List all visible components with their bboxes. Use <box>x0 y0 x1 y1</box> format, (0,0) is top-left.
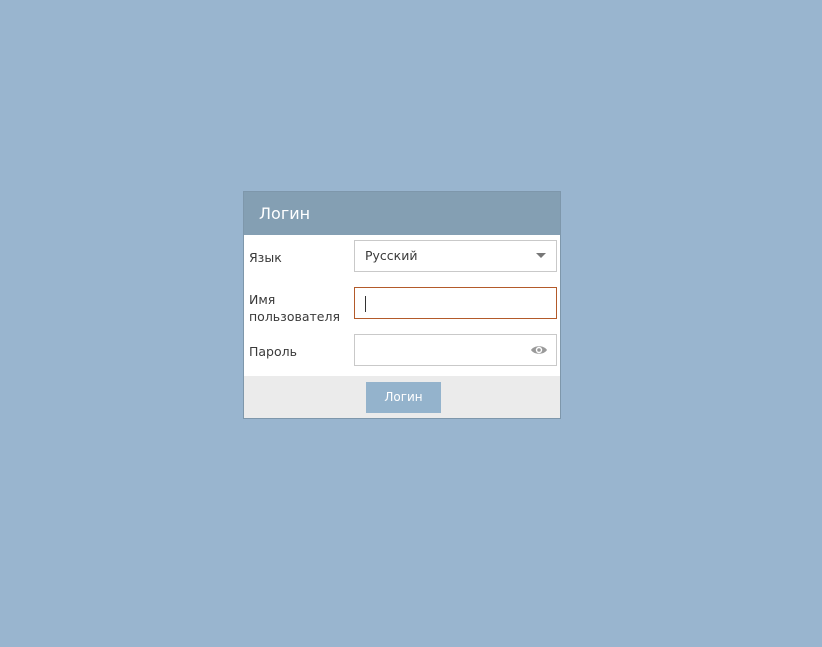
username-label: Имя пользователя <box>249 292 340 324</box>
language-label: Язык <box>249 250 282 265</box>
login-form: Язык Русский Имя пользователя Пароль <box>244 235 560 376</box>
dialog-title: Логин <box>244 192 560 235</box>
login-button[interactable]: Логин <box>366 382 441 413</box>
text-cursor <box>365 296 366 312</box>
password-input[interactable] <box>355 335 556 365</box>
username-input[interactable] <box>355 288 556 318</box>
password-label: Пароль <box>249 344 297 359</box>
login-dialog: Логин Язык Русский Имя пользователя Паро… <box>243 191 561 419</box>
language-select[interactable]: Русский <box>354 240 557 272</box>
dialog-footer: Логин <box>244 376 560 418</box>
password-field[interactable] <box>354 334 557 366</box>
chevron-down-icon[interactable] <box>536 253 546 258</box>
username-field[interactable] <box>354 287 557 319</box>
eye-icon[interactable] <box>530 343 548 357</box>
language-selected-value: Русский <box>365 248 418 263</box>
